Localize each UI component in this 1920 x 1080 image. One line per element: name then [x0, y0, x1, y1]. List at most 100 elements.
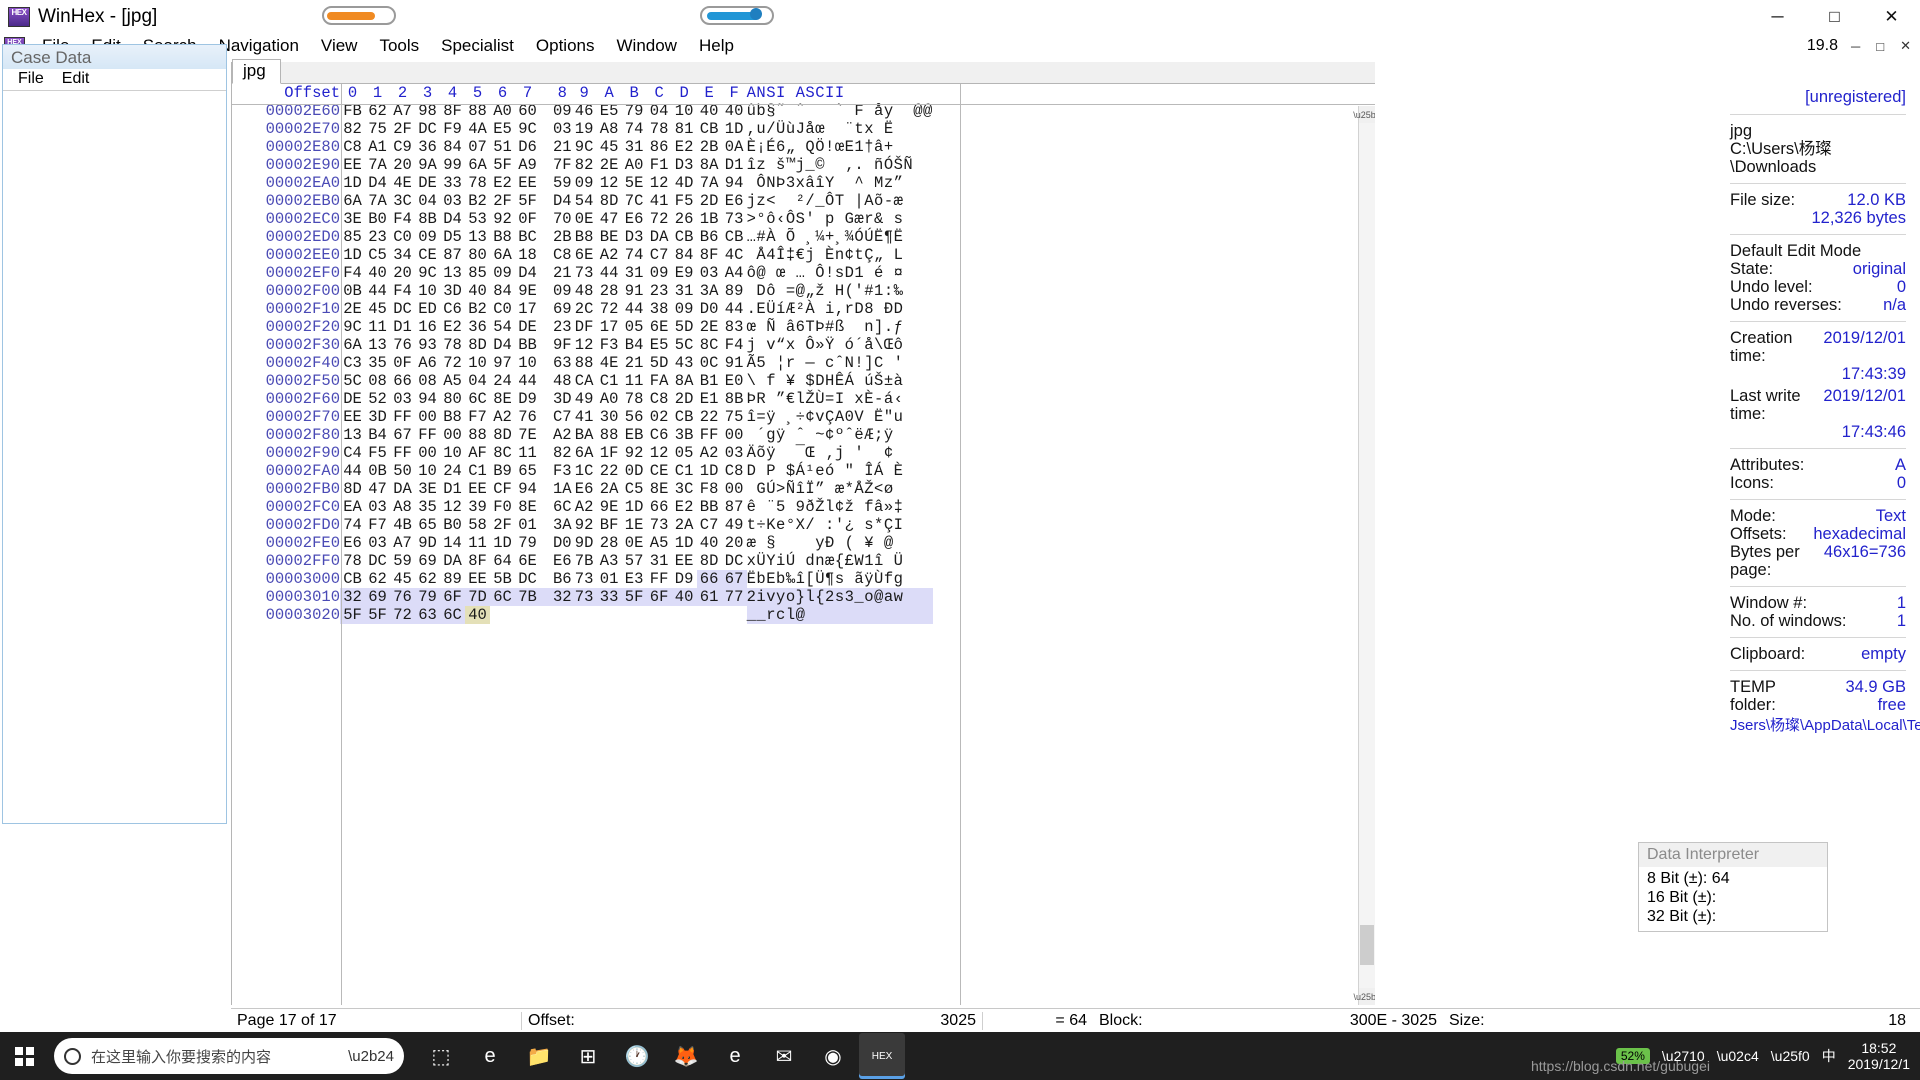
hex-byte[interactable]: 99	[440, 156, 465, 174]
hex-byte[interactable]: 92	[490, 210, 515, 228]
hex-byte[interactable]: F4	[390, 282, 415, 300]
hex-byte[interactable]: 53	[465, 210, 490, 228]
hex-byte[interactable]: B6	[697, 228, 722, 246]
hex-byte[interactable]: E6	[540, 552, 572, 570]
hex-byte[interactable]: 05	[622, 318, 647, 336]
hex-byte[interactable]: 3E	[415, 480, 440, 498]
hex-byte[interactable]: 93	[415, 336, 440, 354]
hex-byte[interactable]: 00	[415, 444, 440, 462]
hex-byte[interactable]: 64	[490, 552, 515, 570]
hex-byte[interactable]: 10	[440, 444, 465, 462]
hex-byte[interactable]: 62	[365, 570, 390, 588]
hex-byte[interactable]: E3	[622, 570, 647, 588]
hex-byte[interactable]: 44	[622, 300, 647, 318]
hex-byte[interactable]: 00	[722, 426, 747, 444]
hex-byte[interactable]: 76	[515, 408, 540, 426]
hex-byte[interactable]: 1D	[722, 120, 747, 138]
hex-byte[interactable]	[597, 606, 622, 624]
winhex-icon[interactable]: HEX	[859, 1033, 905, 1079]
hex-row[interactable]: 00002ED0 85 23 C0 09 D5 13 B8 BC 2B B8 BE D3 DA CB B6 CB…	[232, 228, 933, 246]
hex-byte[interactable]: 20	[722, 534, 747, 552]
hex-byte[interactable]: F4	[340, 264, 365, 282]
hex-byte[interactable]: C3	[340, 354, 365, 372]
hex-byte[interactable]: 40	[671, 588, 697, 606]
hex-byte[interactable]: A7	[390, 534, 415, 552]
hex-byte[interactable]: D4	[515, 264, 540, 282]
hex-byte[interactable]: BB	[515, 336, 540, 354]
hex-byte[interactable]: 6C	[490, 588, 515, 606]
hex-byte[interactable]: 1F	[597, 444, 622, 462]
hex-byte[interactable]: 56	[622, 408, 647, 426]
hex-byte[interactable]: 9E	[515, 282, 540, 300]
hex-byte[interactable]: 80	[440, 390, 465, 408]
hex-byte[interactable]: 44	[515, 372, 540, 390]
hex-byte[interactable]: 05	[672, 444, 697, 462]
hex-byte[interactable]: F0	[490, 498, 515, 516]
hex-byte[interactable]: 89	[440, 570, 465, 588]
hex-byte[interactable]: EA	[340, 498, 365, 516]
hex-byte[interactable]: 2B	[697, 138, 722, 156]
ascii-text[interactable]: Dô =@„ž H('#1:‰	[747, 282, 933, 300]
start-button[interactable]	[0, 1032, 48, 1080]
hex-byte[interactable]: 14	[440, 534, 465, 552]
hex-byte[interactable]: 3A	[540, 516, 572, 534]
hex-byte[interactable]: 49	[572, 390, 597, 408]
minimize-button[interactable]: ─	[1749, 0, 1806, 33]
hex-byte[interactable]: 79	[515, 534, 540, 552]
ascii-text[interactable]: È¡É6„ QÖ!œE1†â+	[747, 138, 933, 156]
hex-byte[interactable]: BE	[597, 228, 622, 246]
ascii-text[interactable]: >°ô‹ÔS' p Gær& s	[747, 210, 933, 228]
hex-byte[interactable]: 07	[465, 138, 490, 156]
hex-byte[interactable]: 8D	[697, 552, 722, 570]
hex-byte[interactable]: 73	[647, 516, 672, 534]
hex-byte[interactable]: E2	[672, 498, 697, 516]
hex-byte[interactable]: 57	[622, 552, 647, 570]
hex-byte[interactable]: 08	[415, 372, 440, 390]
scroll-up-icon[interactable]: \u25b2	[1353, 106, 1375, 123]
hex-byte[interactable]: 2F	[490, 516, 515, 534]
hex-byte[interactable]: 41	[647, 192, 672, 210]
hex-byte[interactable]: DC	[365, 552, 390, 570]
hex-byte[interactable]: 03	[365, 534, 390, 552]
hex-byte[interactable]: C1	[672, 462, 697, 480]
hex-byte[interactable]: C7	[540, 408, 572, 426]
hex-byte[interactable]: 6F	[646, 588, 672, 606]
hex-byte[interactable]: 0C	[697, 354, 722, 372]
hex-byte[interactable]: 2A	[672, 516, 697, 534]
ascii-text[interactable]: îz š™j_© ‚. ñÓŠÑ	[747, 156, 933, 174]
hex-byte[interactable]: C8	[647, 390, 672, 408]
hex-byte[interactable]: 66	[390, 372, 415, 390]
maximize-button[interactable]: □	[1806, 0, 1863, 33]
hex-byte[interactable]: 6A	[340, 192, 365, 210]
hex-byte[interactable]	[697, 606, 722, 624]
hex-byte[interactable]	[515, 606, 540, 624]
hex-byte[interactable]: 04	[465, 372, 490, 390]
hex-byte[interactable]: DC	[515, 570, 540, 588]
hex-byte[interactable]: 45	[597, 138, 622, 156]
hex-byte[interactable]: 7C	[622, 192, 647, 210]
hex-byte[interactable]: 12	[647, 444, 672, 462]
hex-byte[interactable]: E6	[572, 480, 597, 498]
hex-byte[interactable]: 80	[465, 246, 490, 264]
hex-byte[interactable]: 01	[597, 570, 622, 588]
hex-row[interactable]: 00002F30 6A 13 76 93 78 8D D4 BB 9F 12 F3 B4 E5 5C 8C F4…	[232, 336, 933, 354]
hex-byte[interactable]: 2C	[572, 300, 597, 318]
hex-byte[interactable]: 13	[465, 228, 490, 246]
hex-byte[interactable]: C1	[597, 372, 622, 390]
hex-byte[interactable]: C1	[465, 462, 490, 480]
hex-byte[interactable]: 73	[722, 210, 747, 228]
hex-byte[interactable]: 12	[647, 174, 672, 192]
hex-byte[interactable]: 5F	[340, 606, 365, 624]
hex-byte[interactable]: C6	[647, 426, 672, 444]
hex-byte[interactable]: 82	[540, 444, 572, 462]
hex-byte[interactable]: 0B	[365, 462, 390, 480]
hex-byte[interactable]: 6F	[440, 588, 465, 606]
hex-byte[interactable]: 32	[540, 588, 572, 606]
hex-byte[interactable]: 09	[415, 228, 440, 246]
hex-byte[interactable]: 9D	[415, 534, 440, 552]
hex-byte[interactable]: A4	[722, 264, 747, 282]
hex-byte[interactable]: 19	[572, 120, 597, 138]
hex-byte[interactable]: BC	[515, 228, 540, 246]
hex-byte[interactable]: 72	[647, 210, 672, 228]
hex-byte[interactable]: D4	[440, 210, 465, 228]
